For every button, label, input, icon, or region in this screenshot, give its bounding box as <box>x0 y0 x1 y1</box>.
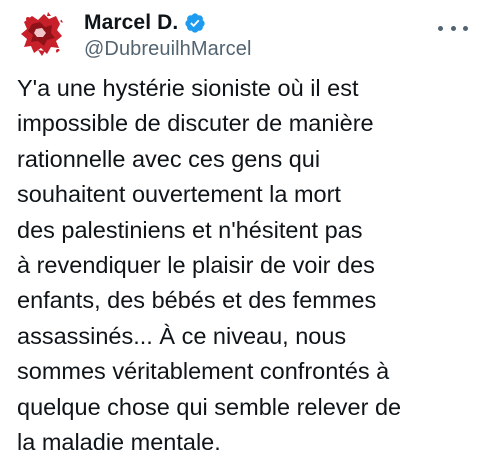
display-name[interactable]: Marcel D. <box>84 11 178 35</box>
tweet-header: Marcel D. @DubreuilhMarcel <box>84 10 424 61</box>
avatar-image <box>18 10 66 58</box>
tweet-text-line: assassinés... À ce niveau, nous <box>17 322 347 349</box>
more-options-icon[interactable] <box>438 18 468 38</box>
tweet-text-line: à revendiquer le plaisir de voir des <box>17 252 375 279</box>
tweet-text-line: souhaitent ouvertement la mort <box>17 181 341 208</box>
avatar[interactable] <box>18 10 66 58</box>
tweet-text-line: rationnelle avec ces gens qui <box>17 145 321 172</box>
user-handle[interactable]: @DubreuilhMarcel <box>84 38 424 61</box>
tweet-text-line: Y'a une hystérie sioniste où il est <box>17 75 359 101</box>
verified-badge-icon[interactable] <box>184 12 206 34</box>
tweet-text-line: des palestiniens et n'hésitent pas <box>17 216 363 243</box>
tweet-text-line: enfants, des bébés et des femmes <box>17 287 377 314</box>
tweet: Marcel D. @DubreuilhMarcel Y'a une hysté… <box>0 0 480 460</box>
tweet-text-line: quelque chose qui semble relever de <box>17 393 402 420</box>
tweet-text-line: impossible de discuter de manière <box>17 110 374 137</box>
tweet-text-line: la maladie mentale. <box>17 429 221 456</box>
tweet-text: Y'a une hystérie sioniste où il est impo… <box>17 71 467 460</box>
name-row: Marcel D. <box>84 10 424 36</box>
tweet-text-line: sommes véritablement confrontés à <box>17 358 390 385</box>
